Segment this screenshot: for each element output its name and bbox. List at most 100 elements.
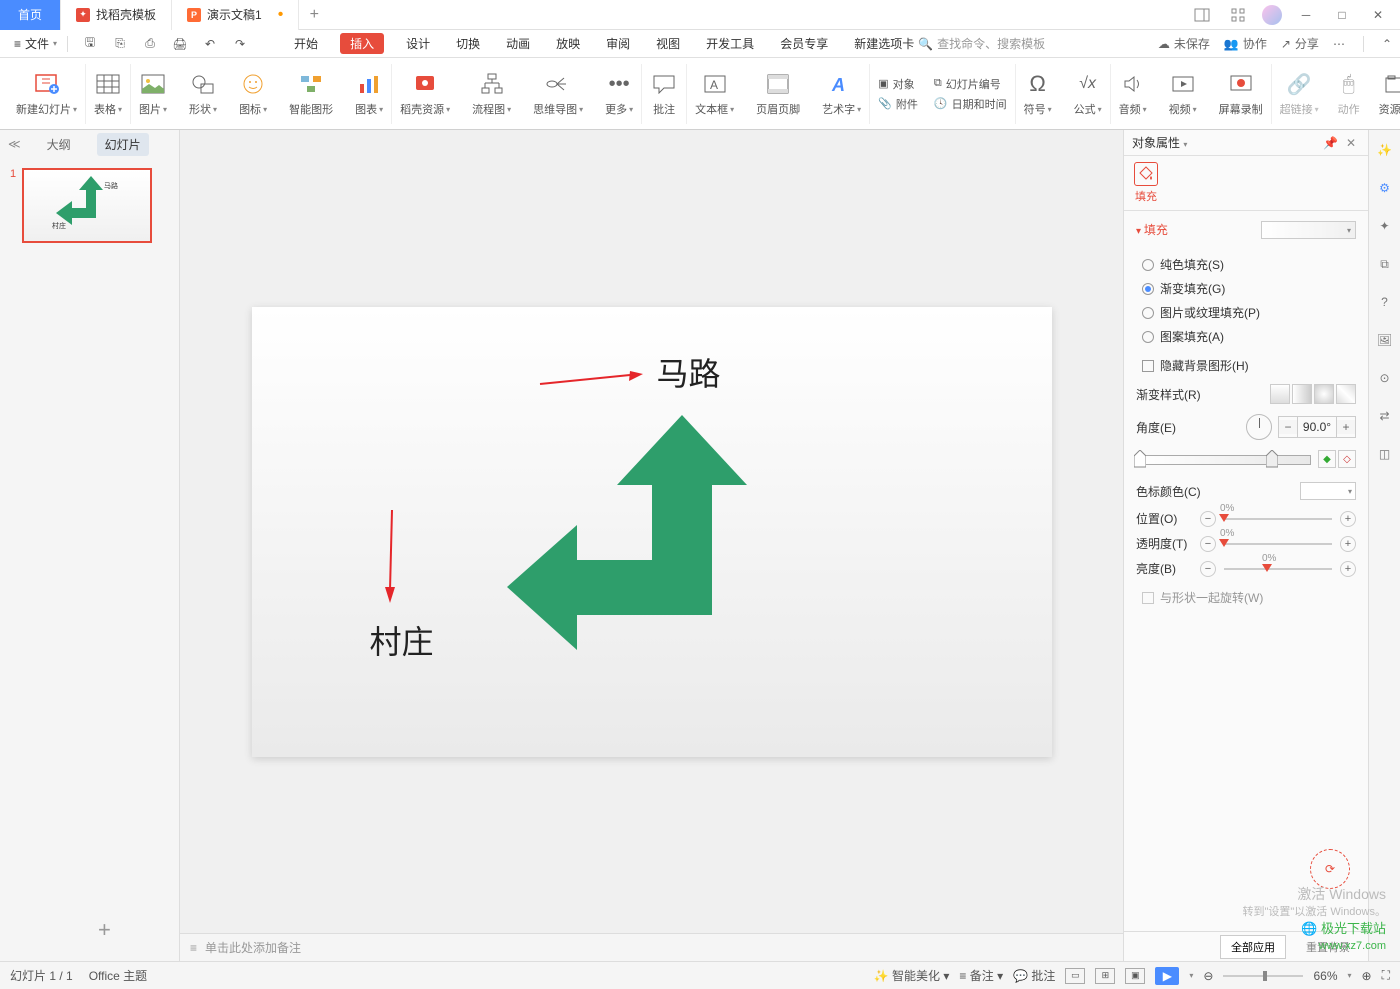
fill-tab-icon[interactable] — [1134, 162, 1158, 186]
search-box[interactable]: 🔍 查找命令、搜索模板 — [918, 35, 1045, 52]
redo-icon[interactable]: ↷ — [230, 34, 250, 54]
zoom-slider[interactable] — [1223, 975, 1303, 977]
beautify-button[interactable]: ✨ 智能美化 ▾ — [874, 967, 950, 984]
print-preview-icon[interactable]: 🖨 — [170, 34, 190, 54]
ribbon-new-slide[interactable]: 新建幻灯片▾ — [8, 64, 86, 124]
tab-document[interactable]: P 演示文稿1 • — [172, 0, 299, 30]
tab-add-button[interactable]: + — [299, 6, 329, 24]
close-button[interactable]: ✕ — [1366, 3, 1390, 27]
transparency-decrement[interactable]: − — [1200, 536, 1216, 552]
grad-style-3[interactable] — [1314, 384, 1334, 404]
ribbon-more[interactable]: ••• 更多▾ — [597, 64, 642, 124]
thumbnail-1[interactable]: 1 马路 村庄 — [10, 168, 169, 243]
fit-screen-icon[interactable]: ⛶ — [1382, 968, 1390, 983]
position-thumb[interactable] — [1219, 514, 1229, 522]
transparency-slider[interactable]: 0% — [1224, 543, 1332, 545]
play-slideshow-button[interactable]: ▶ — [1155, 967, 1179, 985]
ribbon-image[interactable]: 图片▾ — [131, 64, 175, 124]
ribbon-textbox[interactable]: A 文本框▾ — [687, 64, 742, 124]
slide-number-button[interactable]: ⧉幻灯片编号 — [934, 76, 1007, 92]
collapse-panel-icon[interactable]: ≪ — [8, 137, 21, 151]
user-avatar[interactable] — [1262, 5, 1282, 25]
slide-canvas[interactable]: 马路 村庄 — [252, 307, 1052, 757]
annotate-button[interactable]: 💬 批注 — [1013, 967, 1055, 984]
undo-icon[interactable]: ↶ — [200, 34, 220, 54]
tab-start[interactable]: 开始 — [290, 33, 322, 54]
gradient-stop-2[interactable] — [1266, 450, 1278, 468]
zoom-value[interactable]: 66% — [1313, 969, 1337, 983]
rsb-properties-icon[interactable]: ⚙ — [1375, 178, 1395, 198]
canvas-viewport[interactable]: 马路 村庄 — [180, 130, 1123, 933]
tab-review[interactable]: 审阅 — [602, 33, 634, 54]
object-button[interactable]: ▣对象 — [878, 76, 918, 92]
file-menu[interactable]: ≡ 文件 ▾ — [8, 35, 63, 52]
ribbon-hyperlink[interactable]: 🔗 超链接▾ — [1272, 64, 1327, 124]
tab-slides[interactable]: 幻灯片 — [97, 133, 149, 156]
ribbon-header-footer[interactable]: 页眉页脚 — [748, 64, 808, 124]
position-increment[interactable]: + — [1340, 511, 1356, 527]
ribbon-audio[interactable]: 音频▾ — [1111, 64, 1155, 124]
view-reading-icon[interactable]: ▣ — [1125, 968, 1145, 984]
tab-devtools[interactable]: 开发工具 — [702, 33, 758, 54]
grad-style-2[interactable] — [1292, 384, 1312, 404]
angle-increment[interactable]: + — [1337, 420, 1355, 434]
tab-template[interactable]: ✦ 找稻壳模板 — [61, 0, 172, 30]
ribbon-screen-record[interactable]: 屏幕录制 — [1211, 64, 1272, 124]
ribbon-smartart[interactable]: 智能图形 — [281, 64, 341, 124]
view-sorter-icon[interactable]: ⊞ — [1095, 968, 1115, 984]
position-slider[interactable]: 0% — [1224, 518, 1332, 520]
ribbon-resource[interactable]: 资源夹 — [1371, 64, 1400, 124]
angle-value[interactable]: 90.0° — [1297, 417, 1337, 437]
maximize-button[interactable]: □ — [1330, 3, 1354, 27]
ribbon-template-res[interactable]: 稻壳资源▾ — [392, 64, 458, 124]
checkbox-hide-bg[interactable]: 隐藏背景图形(H) — [1142, 357, 1356, 374]
brightness-slider[interactable]: 0% — [1224, 568, 1332, 570]
ribbon-mindmap[interactable]: 思维导图▾ — [525, 64, 591, 124]
minimize-button[interactable]: ─ — [1294, 3, 1318, 27]
fill-preview-dropdown[interactable]: ▾ — [1261, 221, 1356, 239]
zoom-out-icon[interactable]: ⊖ — [1203, 969, 1213, 983]
tab-slideshow[interactable]: 放映 — [552, 33, 584, 54]
section-fill-title[interactable]: 填充 ▾ — [1136, 221, 1356, 238]
ribbon-video[interactable]: 视频▾ — [1161, 64, 1205, 124]
print-icon[interactable]: ⎙ — [140, 34, 160, 54]
zoom-thumb[interactable] — [1263, 971, 1267, 981]
tab-view[interactable]: 视图 — [652, 33, 684, 54]
collapse-ribbon-icon[interactable]: ⌃ — [1382, 37, 1392, 51]
ribbon-flowchart[interactable]: 流程图▾ — [464, 64, 519, 124]
ribbon-formula[interactable]: √x 公式▾ — [1066, 64, 1111, 124]
tab-member[interactable]: 会员专享 — [776, 33, 832, 54]
play-dropdown[interactable]: ▾ — [1189, 971, 1193, 980]
tab-home[interactable]: 首页 — [0, 0, 61, 30]
notes-bar[interactable]: ≡ 单击此处添加备注 — [180, 933, 1123, 961]
notes-button[interactable]: ≡ 备注 ▾ — [959, 967, 1003, 984]
reading-mode-icon[interactable] — [1190, 3, 1214, 27]
tab-design[interactable]: 设计 — [402, 33, 434, 54]
rsb-location-icon[interactable]: ⊙ — [1375, 368, 1395, 388]
rsb-layout-icon[interactable]: ⧉ — [1375, 254, 1395, 274]
add-stop-button[interactable]: ◆ — [1318, 450, 1336, 468]
ribbon-action[interactable]: 🖱 动作 — [1327, 64, 1371, 124]
add-slide-button[interactable]: + — [80, 899, 129, 961]
close-panel-icon[interactable]: ✕ — [1342, 136, 1360, 150]
export-icon[interactable]: ⎘ — [110, 34, 130, 54]
floating-assistant[interactable]: ⟳ — [1310, 849, 1350, 889]
stop-color-picker[interactable]: ▾ — [1300, 482, 1356, 500]
gradient-stop-1[interactable] — [1134, 450, 1146, 468]
ribbon-symbol[interactable]: Ω 符号▾ — [1016, 64, 1060, 124]
ribbon-wordart[interactable]: A 艺术字▾ — [814, 64, 870, 124]
position-decrement[interactable]: − — [1200, 511, 1216, 527]
view-normal-icon[interactable]: ▭ — [1065, 968, 1085, 984]
text-road[interactable]: 马路 — [657, 349, 721, 395]
pin-icon[interactable]: 📌 — [1319, 136, 1342, 150]
rsb-design-icon[interactable]: ✨ — [1375, 140, 1395, 160]
text-village[interactable]: 村庄 — [370, 617, 434, 663]
radio-pattern-fill[interactable]: 图案填充(A) — [1142, 328, 1356, 345]
ribbon-chart[interactable]: 图表▾ — [347, 64, 392, 124]
ribbon-shape[interactable]: 形状▾ — [181, 64, 225, 124]
radio-solid-fill[interactable]: 纯色填充(S) — [1142, 256, 1356, 273]
gradient-stops-slider[interactable]: ◆ ◇ — [1136, 450, 1356, 472]
brightness-decrement[interactable]: − — [1200, 561, 1216, 577]
rsb-help-icon[interactable]: ? — [1375, 292, 1395, 312]
ribbon-icon[interactable]: 图标▾ — [231, 64, 275, 124]
